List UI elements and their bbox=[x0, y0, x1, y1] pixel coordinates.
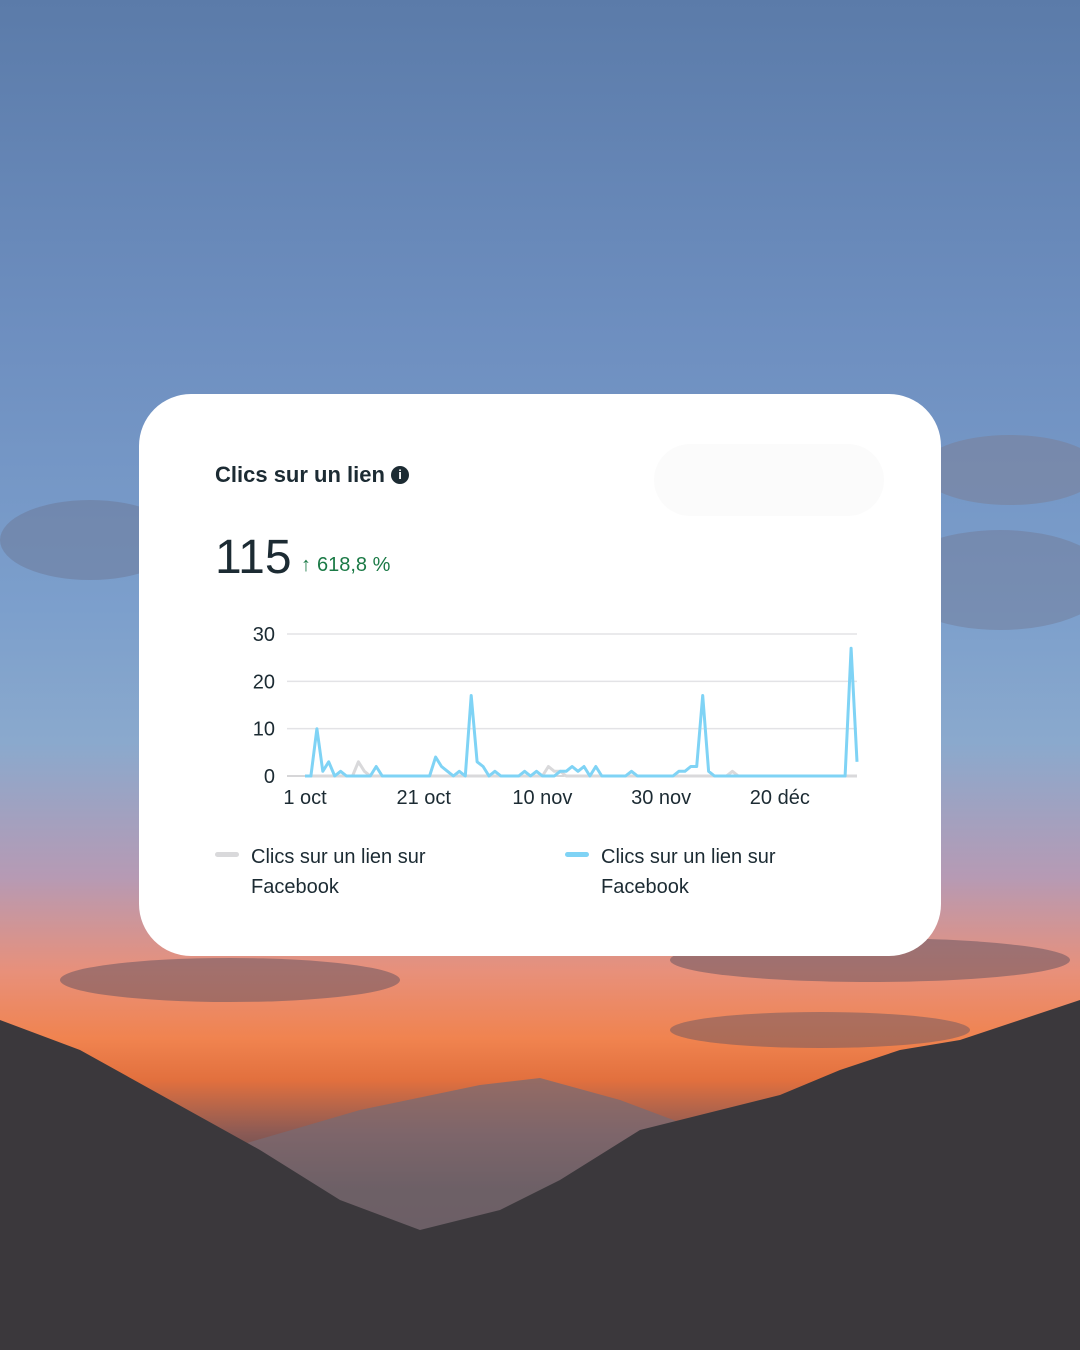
change-percent: 618,8 % bbox=[317, 554, 391, 576]
x-tick-label: 10 nov bbox=[512, 787, 572, 804]
x-tick-label: 30 nov bbox=[631, 787, 691, 804]
series-line-blue bbox=[305, 646, 859, 778]
arrow-up-icon: ↑ bbox=[301, 554, 311, 576]
change-indicator: ↑ 618,8 % bbox=[301, 554, 390, 577]
info-icon[interactable]: i bbox=[391, 466, 409, 484]
x-tick-label: 20 déc bbox=[750, 787, 810, 804]
x-tick-label: 1 oct bbox=[283, 787, 327, 804]
link-clicks-card: Clics sur un lien i 115 ↑ 618,8 % 0 10 20 30… bbox=[139, 394, 941, 956]
legend-swatch-gray bbox=[215, 852, 239, 857]
y-tick-label: 30 bbox=[253, 624, 275, 646]
cloud bbox=[920, 435, 1080, 505]
blurred-date-selector bbox=[654, 444, 884, 516]
y-tick-label: 10 bbox=[253, 719, 275, 741]
y-tick-label: 0 bbox=[264, 766, 275, 788]
legend-label-gray: Clics sur un lien sur Facebook bbox=[251, 846, 426, 898]
total-value: 115 bbox=[215, 531, 292, 584]
legend-swatch-blue bbox=[565, 852, 589, 857]
cloud bbox=[60, 958, 400, 1002]
cloud bbox=[670, 1012, 970, 1048]
card-title: Clics sur un lien bbox=[215, 462, 385, 487]
y-tick-label: 20 bbox=[253, 671, 275, 693]
line-chart: 0 10 20 30 1 oct 21 oct 10 nov 30 nov 20 déc bbox=[253, 624, 859, 804]
legend-label-blue: Clics sur un lien sur Facebook bbox=[601, 846, 776, 898]
x-tick-label: 21 oct bbox=[396, 787, 451, 804]
